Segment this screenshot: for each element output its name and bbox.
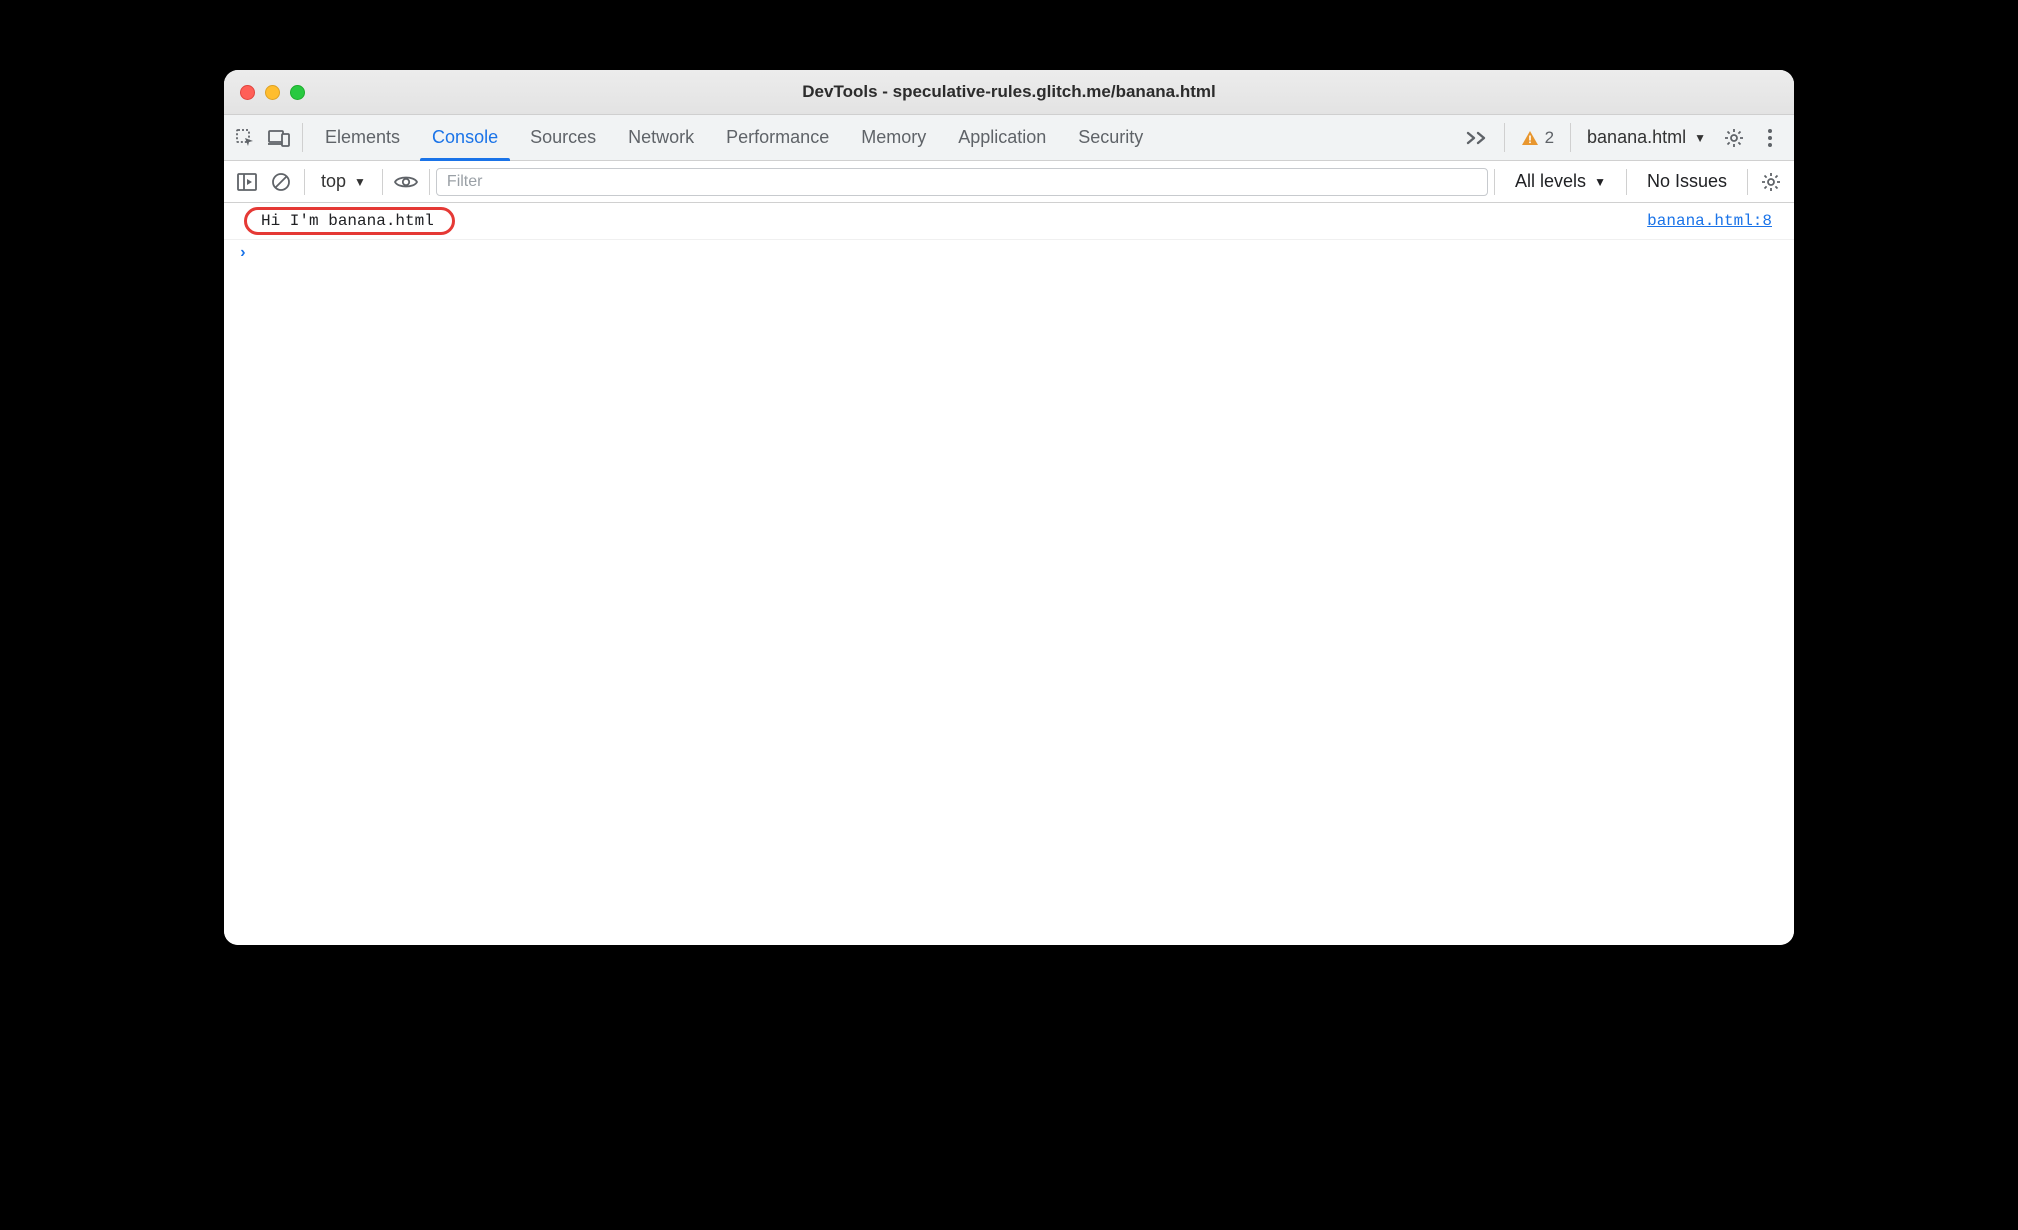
maximize-window-button[interactable] — [290, 85, 305, 100]
console-settings-button[interactable] — [1754, 172, 1788, 192]
filter-input[interactable] — [436, 168, 1488, 196]
sidebar-icon — [237, 173, 257, 191]
gear-icon — [1761, 172, 1781, 192]
divider — [382, 169, 383, 195]
tab-label: Security — [1078, 127, 1143, 148]
kebab-icon — [1767, 128, 1773, 148]
tab-memory[interactable]: Memory — [845, 115, 942, 160]
tab-label: Sources — [530, 127, 596, 148]
divider — [1570, 123, 1571, 152]
chevron-down-icon: ▼ — [1694, 131, 1706, 145]
tab-label: Memory — [861, 127, 926, 148]
minimize-window-button[interactable] — [265, 85, 280, 100]
divider — [1626, 169, 1627, 195]
divider — [304, 169, 305, 195]
console-toolbar: top ▼ All levels ▼ No Issues — [224, 161, 1794, 203]
issues-button[interactable]: No Issues — [1633, 171, 1741, 192]
clear-console-button[interactable] — [264, 172, 298, 192]
tab-elements[interactable]: Elements — [309, 115, 416, 160]
tab-performance[interactable]: Performance — [710, 115, 845, 160]
console-prompt[interactable]: › — [224, 240, 1794, 266]
log-levels-select[interactable]: All levels ▼ — [1501, 171, 1620, 192]
more-tabs-button[interactable] — [1456, 115, 1498, 160]
divider — [1747, 169, 1748, 195]
devtools-tabstrip: Elements Console Sources Network Perform… — [224, 115, 1794, 161]
tab-label: Network — [628, 127, 694, 148]
titlebar: DevTools - speculative-rules.glitch.me/b… — [224, 70, 1794, 115]
devtools-window: DevTools - speculative-rules.glitch.me/b… — [224, 70, 1794, 945]
tab-label: Performance — [726, 127, 829, 148]
prompt-caret-icon: › — [238, 244, 256, 262]
execution-context-select[interactable]: top ▼ — [311, 171, 376, 192]
window-title: DevTools - speculative-rules.glitch.me/b… — [224, 82, 1794, 102]
divider — [302, 123, 303, 152]
panel-tabs: Elements Console Sources Network Perform… — [309, 115, 1159, 160]
issues-label: No Issues — [1647, 171, 1727, 191]
device-toolbar-icon[interactable] — [262, 115, 296, 160]
log-message: Hi I'm banana.html — [261, 212, 434, 230]
tab-label: Elements — [325, 127, 400, 148]
tab-network[interactable]: Network — [612, 115, 710, 160]
clear-icon — [271, 172, 291, 192]
warning-count: 2 — [1545, 128, 1554, 148]
log-message-highlight: Hi I'm banana.html — [244, 207, 455, 235]
tab-console[interactable]: Console — [416, 115, 514, 160]
log-source-link[interactable]: banana.html:8 — [1647, 212, 1772, 230]
traffic-lights — [224, 85, 305, 100]
chevron-down-icon: ▼ — [354, 175, 366, 189]
warnings-button[interactable]: 2 — [1511, 115, 1564, 160]
target-context-select[interactable]: banana.html ▼ — [1577, 115, 1716, 160]
tab-security[interactable]: Security — [1062, 115, 1159, 160]
context-label: banana.html — [1587, 127, 1686, 148]
tab-label: Application — [958, 127, 1046, 148]
divider — [429, 169, 430, 195]
live-expression-button[interactable] — [389, 174, 423, 190]
close-window-button[interactable] — [240, 85, 255, 100]
inspect-element-icon[interactable] — [228, 115, 262, 160]
log-levels-label: All levels — [1515, 171, 1586, 192]
gear-icon — [1724, 128, 1744, 148]
eye-icon — [394, 174, 418, 190]
tab-application[interactable]: Application — [942, 115, 1062, 160]
tab-sources[interactable]: Sources — [514, 115, 612, 160]
log-row[interactable]: Hi I'm banana.html banana.html:8 — [224, 203, 1794, 240]
chevron-down-icon: ▼ — [1594, 175, 1606, 189]
settings-button[interactable] — [1716, 115, 1752, 160]
tab-label: Console — [432, 127, 498, 148]
more-options-button[interactable] — [1752, 115, 1788, 160]
console-output: Hi I'm banana.html banana.html:8 › — [224, 203, 1794, 945]
toggle-sidebar-button[interactable] — [230, 173, 264, 191]
execution-context-label: top — [321, 171, 346, 192]
warning-icon — [1521, 129, 1539, 147]
divider — [1494, 169, 1495, 195]
divider — [1504, 123, 1505, 152]
